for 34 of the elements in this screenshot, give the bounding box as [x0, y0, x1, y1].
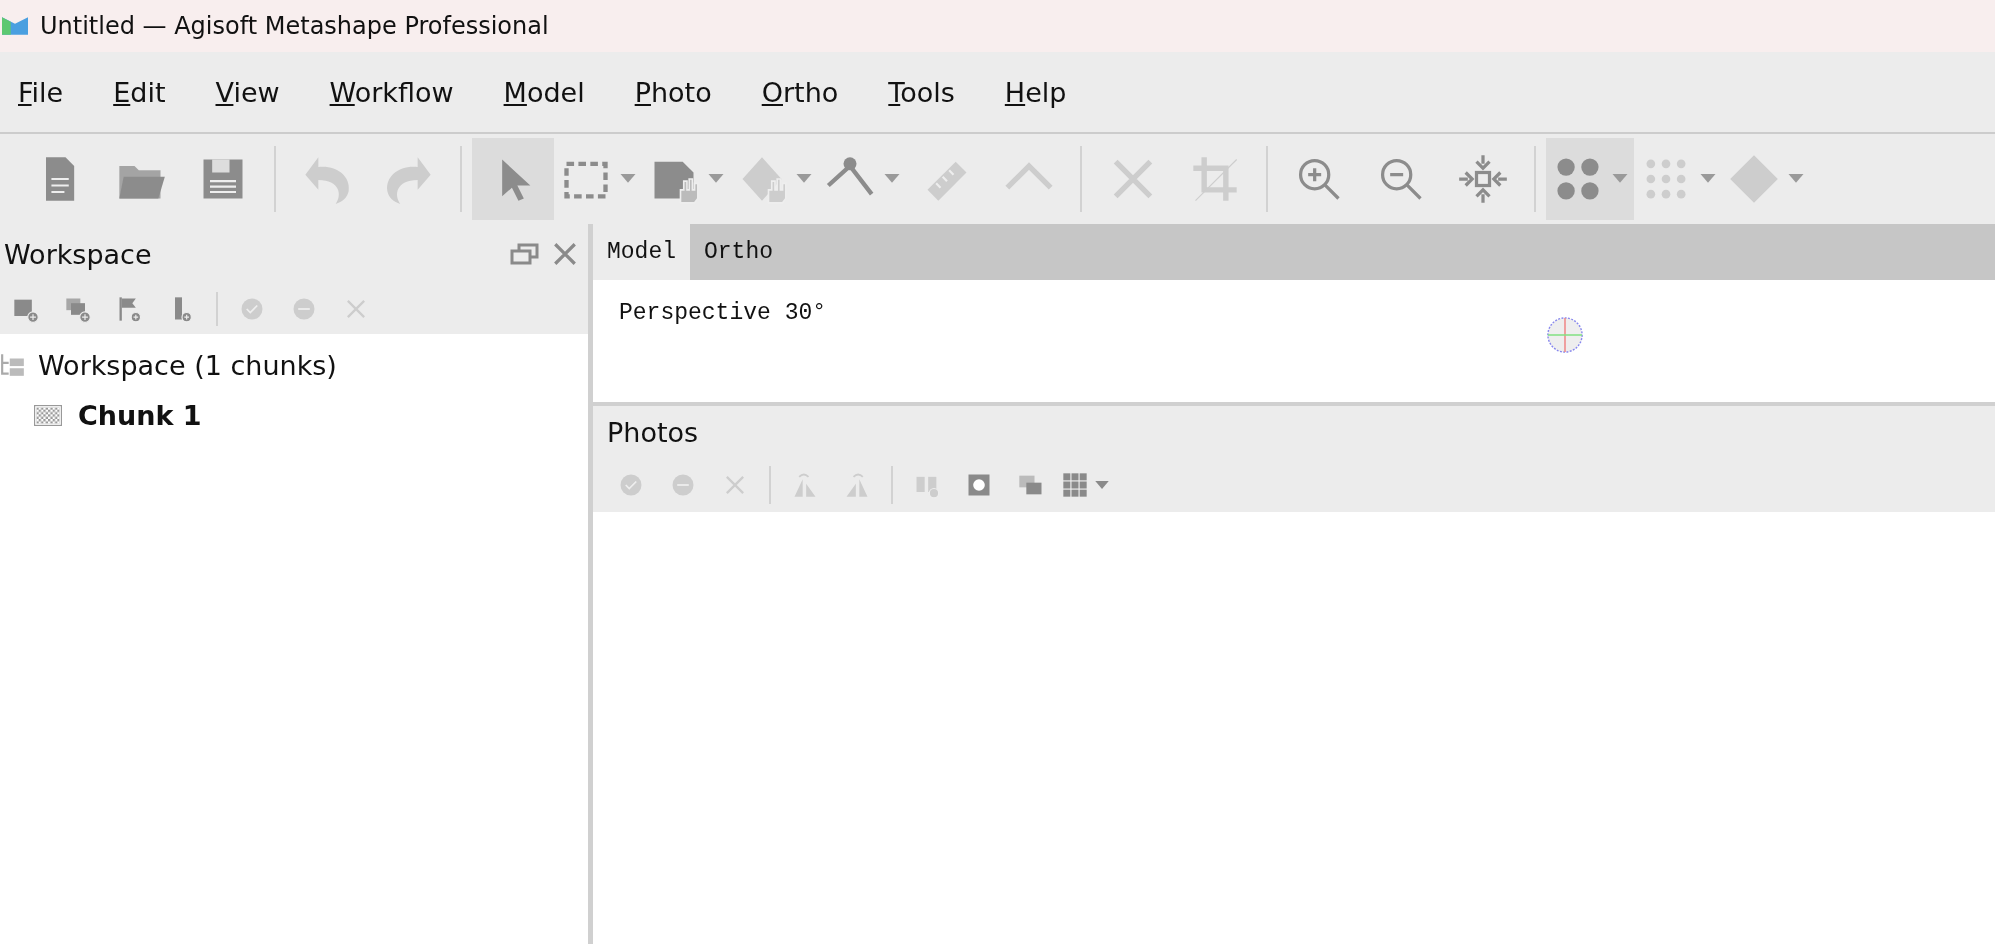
view-tab[interactable]: Model: [593, 224, 690, 280]
menu-item[interactable]: Photo: [634, 76, 712, 108]
caret-icon: [1700, 174, 1716, 184]
menu-item[interactable]: Edit: [113, 76, 166, 108]
caret-icon: [1612, 174, 1628, 184]
menu-item[interactable]: Help: [1004, 76, 1067, 108]
projection-label: Perspective 30°: [619, 300, 827, 326]
tree-item[interactable]: Chunk 1: [78, 399, 202, 431]
trackball-icon[interactable]: [1546, 316, 1584, 354]
folder-tree-icon: [0, 352, 26, 378]
caret-icon: [708, 174, 724, 184]
toolbar-button[interactable]: [1546, 138, 1634, 220]
caret-icon: [884, 174, 900, 184]
grid-icon: [1061, 471, 1089, 499]
caret-icon: [796, 174, 812, 184]
caret-icon: [620, 174, 636, 184]
caret-icon: [1788, 174, 1804, 184]
view-tab[interactable]: Ortho: [690, 224, 788, 280]
menu-item[interactable]: Model: [503, 76, 585, 108]
window-title: Untitled — Agisoft Metashape Professional: [40, 12, 549, 40]
tree-item[interactable]: Workspace (1 chunks): [38, 349, 337, 381]
menu-item[interactable]: Tools: [888, 76, 955, 108]
panel-title: Workspace: [4, 238, 152, 270]
menu-item[interactable]: View: [215, 76, 280, 108]
checkerboard-icon: [34, 404, 62, 426]
panel-title: Photos: [607, 416, 699, 448]
diamond-icon: [1728, 153, 1780, 205]
float-window-icon[interactable]: [510, 241, 540, 267]
toolbar-button[interactable]: [472, 138, 554, 220]
menu-item[interactable]: Workflow: [329, 76, 454, 108]
menu-item[interactable]: File: [18, 76, 64, 108]
fit-arrows-icon: [1457, 153, 1509, 205]
menu-item[interactable]: Ortho: [761, 76, 839, 108]
caret-icon: [1095, 480, 1109, 490]
